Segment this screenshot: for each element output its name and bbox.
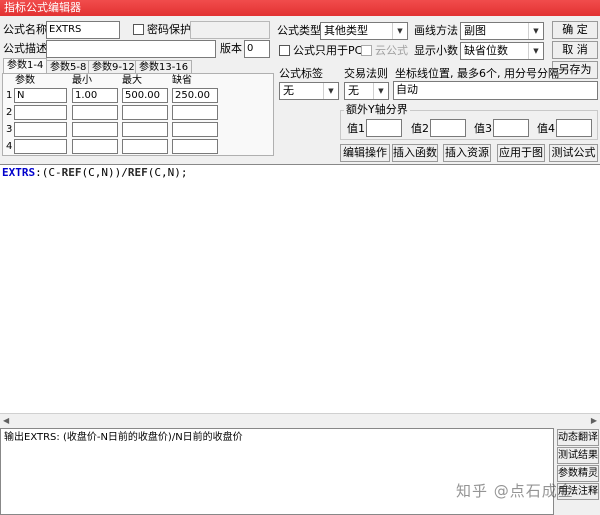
draw-method-value: 副图 xyxy=(464,24,486,37)
param-name-input[interactable] xyxy=(14,122,67,137)
output-description: 输出EXTRS: (收盘价-N日前的收盘价)/N日前的收盘价 xyxy=(0,428,554,515)
code-output-name: EXTRS xyxy=(2,166,36,179)
value4-label: 值4 xyxy=(537,122,555,135)
param-min-input[interactable]: 1.00 xyxy=(72,88,118,103)
formula-desc-label: 公式描述 xyxy=(3,42,47,55)
value3-label: 值3 xyxy=(474,122,492,135)
coord-input[interactable]: 自动 xyxy=(393,81,598,100)
code-separator: : xyxy=(35,166,42,179)
chevron-down-icon: ▼ xyxy=(528,43,543,59)
insert-resource-button[interactable]: 插入资源 xyxy=(443,144,491,162)
param-header-max: 最大 xyxy=(122,75,142,86)
decimals-value: 缺省位数 xyxy=(464,44,508,57)
scroll-left-icon[interactable]: ◀ xyxy=(3,416,9,425)
value2-input[interactable] xyxy=(430,119,466,137)
param-name-input[interactable] xyxy=(14,105,67,120)
code-function: REF xyxy=(127,166,148,179)
chevron-down-icon: ▼ xyxy=(373,83,388,99)
value1-input[interactable] xyxy=(366,119,402,137)
version-input[interactable]: 0 xyxy=(244,40,270,58)
formula-name-label: 公式名称 xyxy=(3,23,47,36)
tab-params-9-12[interactable]: 参数9-12 xyxy=(88,60,139,74)
draw-method-label: 画线方法 xyxy=(414,24,458,37)
value1-label: 值1 xyxy=(347,122,365,135)
value4-input[interactable] xyxy=(556,119,592,137)
password-checkbox[interactable] xyxy=(133,24,144,35)
param-name-input[interactable] xyxy=(14,139,67,154)
formula-type-label: 公式类型 xyxy=(277,24,321,37)
param-default-input[interactable] xyxy=(172,139,218,154)
param-default-input[interactable] xyxy=(172,105,218,120)
coord-label: 坐标线位置, 最多6个, 用分号分隔 xyxy=(395,67,559,80)
cloud-checkbox xyxy=(361,45,372,56)
trade-rule-value: 无 xyxy=(348,84,359,97)
scroll-right-icon[interactable]: ▶ xyxy=(591,416,597,425)
dynamic-translate-button[interactable]: 动态翻译 xyxy=(557,429,599,446)
tab-params-13-16[interactable]: 参数13-16 xyxy=(135,60,193,74)
formula-name-input[interactable]: EXTRS xyxy=(46,21,120,39)
trade-rule-label: 交易法则 xyxy=(344,67,388,80)
cancel-button[interactable]: 取 消 xyxy=(552,41,598,59)
apply-to-chart-button[interactable]: 应用于图 xyxy=(497,144,545,162)
insert-function-button[interactable]: 插入函数 xyxy=(392,144,438,162)
code-expr-part: (C- xyxy=(41,166,62,179)
param-panel: 参数 最小 最大 缺省 1 N 1.00 500.00 250.00 2 3 4 xyxy=(2,73,274,156)
ok-button[interactable]: 确 定 xyxy=(552,21,598,39)
draw-method-select[interactable]: 副图 ▼ xyxy=(460,22,544,40)
pc-only-label: 公式只用于PC xyxy=(293,44,363,57)
code-expr-part: (C,N); xyxy=(147,166,188,179)
param-header-default: 缺省 xyxy=(172,75,192,86)
param-name-input[interactable]: N xyxy=(14,88,67,103)
code-editor[interactable]: EXTRS:(C-REF(C,N))/REF(C,N); xyxy=(0,164,600,426)
param-max-input[interactable] xyxy=(122,105,168,120)
param-row-number: 2 xyxy=(6,107,13,118)
formula-type-value: 其他类型 xyxy=(324,24,368,37)
formula-type-select[interactable]: 其他类型 ▼ xyxy=(320,22,408,40)
window-title: 指标公式编辑器 xyxy=(0,0,600,16)
editor-horizontal-scrollbar[interactable]: ◀ ▶ xyxy=(0,413,600,426)
tab-params-1-4[interactable]: 参数1-4 xyxy=(3,58,48,74)
chevron-down-icon: ▼ xyxy=(323,83,338,99)
code-expr-part: (C,N))/ xyxy=(81,166,128,179)
param-row-number: 1 xyxy=(6,90,13,101)
param-max-input[interactable] xyxy=(122,122,168,137)
test-formula-button[interactable]: 测试公式 xyxy=(549,144,598,162)
code-function: REF xyxy=(61,166,82,179)
cloud-label: 云公式 xyxy=(375,44,408,57)
decimals-label: 显示小数 xyxy=(414,44,458,57)
formula-tag-select[interactable]: 无 ▼ xyxy=(279,82,339,100)
decimals-select[interactable]: 缺省位数 ▼ xyxy=(460,42,544,60)
formula-desc-input[interactable] xyxy=(46,40,216,58)
param-row-number: 3 xyxy=(6,124,13,135)
password-label: 密码保护 xyxy=(147,23,191,36)
param-min-input[interactable] xyxy=(72,105,118,120)
param-max-input[interactable] xyxy=(122,139,168,154)
param-min-input[interactable] xyxy=(72,139,118,154)
param-default-input[interactable]: 250.00 xyxy=(172,88,218,103)
param-header-min: 最小 xyxy=(72,75,92,86)
watermark: 知乎 @点石成金 xyxy=(456,482,574,500)
version-label: 版本 xyxy=(220,42,242,55)
test-result-button[interactable]: 测试结果 xyxy=(557,447,599,464)
param-row-number: 4 xyxy=(6,141,13,152)
trade-rule-select[interactable]: 无 ▼ xyxy=(344,82,389,100)
value2-label: 值2 xyxy=(411,122,429,135)
formula-tag-value: 无 xyxy=(283,84,294,97)
formula-tag-label: 公式标签 xyxy=(279,67,323,80)
extra-y-axis-title: 额外Y轴分界 xyxy=(344,103,410,116)
password-input xyxy=(190,21,270,39)
param-max-input[interactable]: 500.00 xyxy=(122,88,168,103)
chevron-down-icon: ▼ xyxy=(528,23,543,39)
edit-ops-button[interactable]: 编辑操作 xyxy=(340,144,390,162)
pc-only-checkbox[interactable] xyxy=(279,45,290,56)
param-default-input[interactable] xyxy=(172,122,218,137)
param-min-input[interactable] xyxy=(72,122,118,137)
param-header-name: 参数 xyxy=(15,75,35,86)
tab-params-5-8[interactable]: 参数5-8 xyxy=(46,60,91,74)
value3-input[interactable] xyxy=(493,119,529,137)
chevron-down-icon: ▼ xyxy=(392,23,407,39)
